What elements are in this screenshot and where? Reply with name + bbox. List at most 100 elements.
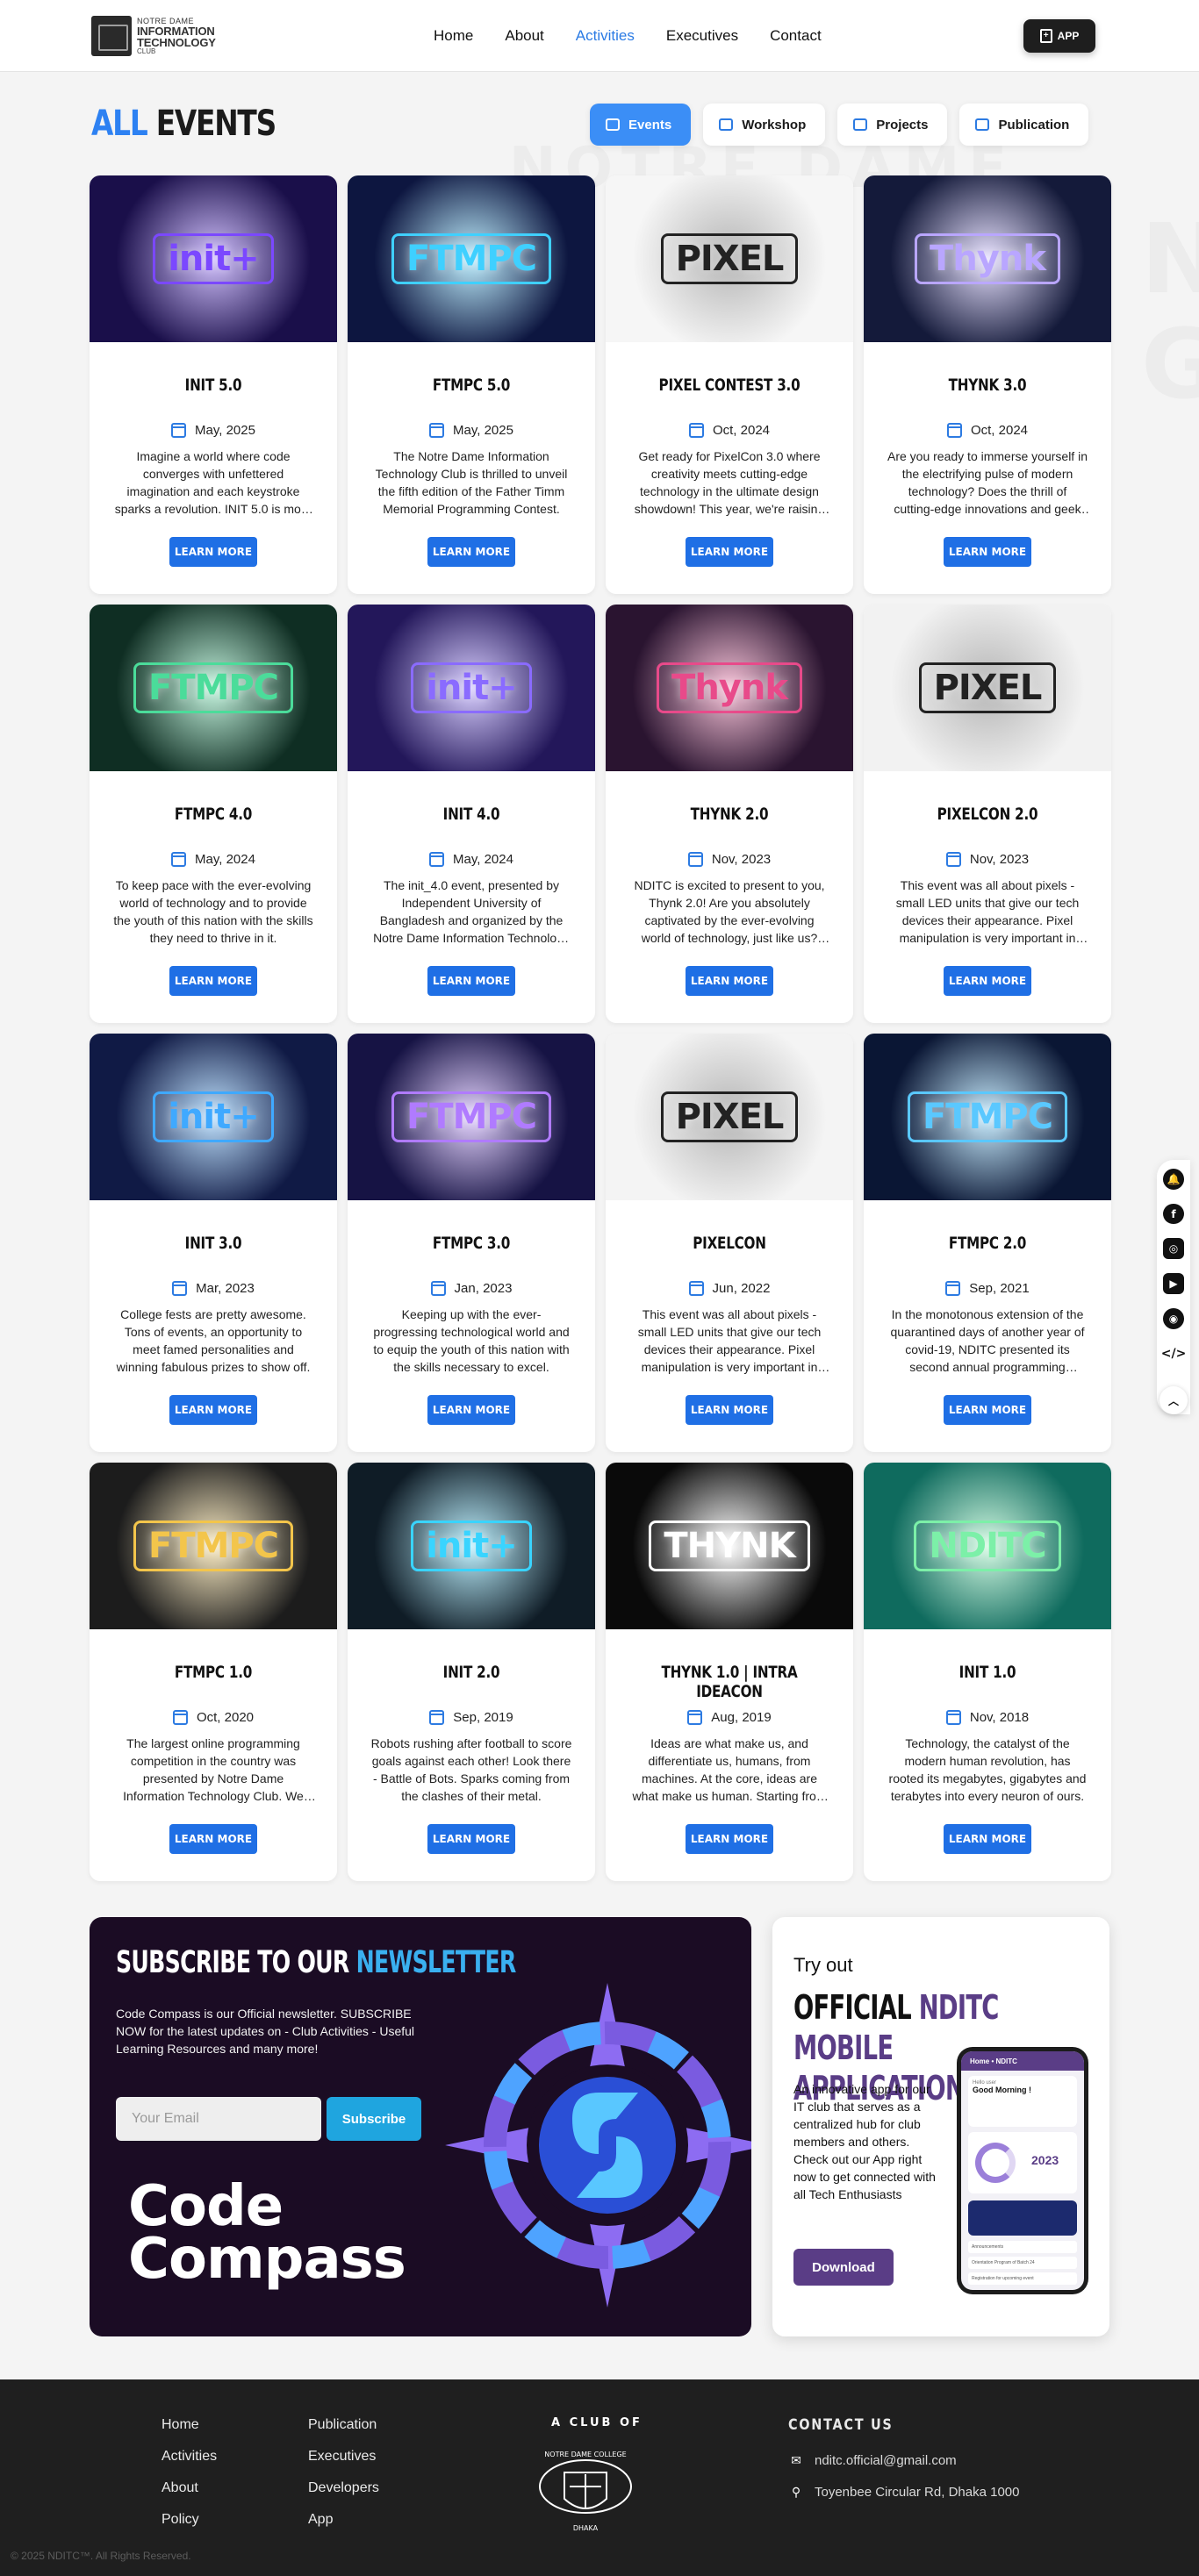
learn-more-button[interactable]: LEARN MORE [944, 1824, 1031, 1854]
event-card: PIXEL PIXEL CONTEST 3.0 Oct, 2024 Get re… [606, 175, 853, 594]
phone-list-item: Orientation Program of Batch 24 [968, 2257, 1077, 2269]
notification-icon[interactable]: 🔔 [1163, 1169, 1184, 1190]
footer-link-policy[interactable]: Policy [162, 2511, 217, 2529]
event-poster[interactable]: Thynk [606, 605, 853, 771]
app-promo-card: Try out OFFICIAL NDITC MOBILE APPLICATIO… [772, 1917, 1109, 2336]
code-icon[interactable]: </> [1161, 1343, 1187, 1364]
event-poster[interactable]: PIXEL [606, 1034, 853, 1200]
tab-workshop[interactable]: Workshop [703, 104, 826, 146]
footer-link-app[interactable]: App [308, 2511, 379, 2529]
footer-link-publication[interactable]: Publication [308, 2416, 379, 2434]
promo-title-part1: OFFICIAL [793, 1988, 912, 2027]
learn-more-button[interactable]: LEARN MORE [427, 966, 515, 996]
learn-more-button[interactable]: LEARN MORE [686, 1395, 773, 1425]
calendar-icon [946, 423, 962, 438]
nav-link-executives[interactable]: Executives [666, 27, 738, 45]
event-poster[interactable]: PIXEL [864, 605, 1111, 771]
learn-more-button[interactable]: LEARN MORE [169, 1824, 257, 1854]
learn-more-button[interactable]: LEARN MORE [427, 537, 515, 567]
event-description: The init_4.0 event, presented by Indepen… [373, 878, 570, 945]
event-date-text: Oct, 2024 [970, 423, 1029, 438]
nav-link-contact[interactable]: Contact [770, 27, 822, 45]
phone-list-item: Registration for upcoming event [968, 2272, 1077, 2285]
event-card: FTMPC FTMPC 5.0 May, 2025 The Notre Dame… [348, 175, 595, 594]
learn-more-button[interactable]: LEARN MORE [427, 1824, 515, 1854]
footer-link-home[interactable]: Home [162, 2416, 217, 2434]
event-date-text: Oct, 2024 [712, 423, 771, 438]
nav-link-about[interactable]: About [505, 27, 543, 45]
facebook-icon[interactable]: f [1163, 1203, 1184, 1225]
learn-more-button[interactable]: LEARN MORE [686, 537, 773, 567]
event-date-text: Jan, 2023 [454, 1281, 513, 1296]
learn-more-button[interactable]: LEARN MORE [944, 1395, 1031, 1425]
copyright: © 2025 NDITC™. All Rights Reserved. [11, 2550, 191, 2562]
download-button[interactable]: Download [793, 2249, 894, 2286]
event-description: The Notre Dame Information Technology Cl… [375, 449, 568, 516]
promo-description: An innovative app for our IT club that s… [793, 2082, 936, 2201]
event-poster[interactable]: FTMPC [90, 605, 337, 771]
app-button[interactable]: + APP [1023, 19, 1095, 53]
event-title: INIT 5.0 [184, 376, 242, 395]
event-date-text: May, 2024 [195, 852, 255, 867]
event-date: Oct, 2024 [606, 423, 853, 438]
youtube-icon[interactable]: ▶ [1163, 1273, 1184, 1294]
event-poster[interactable]: FTMPC [348, 1034, 595, 1200]
learn-more-button[interactable]: LEARN MORE [427, 1395, 515, 1425]
event-date: Sep, 2021 [864, 1281, 1111, 1296]
nav-link-activities[interactable]: Activities [576, 27, 635, 45]
event-card: PIXEL PIXELCON 2.0 Nov, 2023 This event … [864, 605, 1111, 1023]
event-poster[interactable]: THYNK [606, 1463, 853, 1629]
location-pin-icon: ⚲ [791, 2485, 801, 2499]
event-poster[interactable]: FTMPC [348, 175, 595, 342]
learn-more-button[interactable]: LEARN MORE [686, 1824, 773, 1854]
event-card: FTMPC FTMPC 2.0 Sep, 2021 In the monoton… [864, 1034, 1111, 1452]
learn-more-button[interactable]: LEARN MORE [169, 966, 257, 996]
event-card: FTMPC FTMPC 4.0 May, 2024 To keep pace w… [90, 605, 337, 1023]
page-title-highlight: ALL [91, 104, 148, 144]
club-logo[interactable]: NOTRE DAME INFORMATION TECHNOLOGY CLUB [91, 14, 216, 58]
event-poster[interactable]: FTMPC [864, 1034, 1111, 1200]
event-poster[interactable]: init+ [348, 1463, 595, 1629]
event-poster[interactable]: PIXEL [606, 175, 853, 342]
email-input[interactable] [116, 2097, 321, 2141]
event-poster-label: FTMPC [391, 233, 552, 284]
footer-link-about[interactable]: About [162, 2479, 217, 2497]
learn-more-button[interactable]: LEARN MORE [944, 966, 1031, 996]
calendar-icon [429, 1710, 445, 1725]
download-app-icon: + [1039, 29, 1052, 43]
footer-link-activities[interactable]: Activities [162, 2448, 217, 2465]
event-poster[interactable]: init+ [90, 175, 337, 342]
github-icon[interactable]: ◉ [1163, 1307, 1184, 1329]
event-description: Are you ready to immerse yourself in the… [887, 449, 1088, 516]
tab-publication[interactable]: Publication [959, 104, 1089, 146]
subscribe-button[interactable]: Subscribe [327, 2097, 421, 2141]
learn-more-button[interactable]: LEARN MORE [944, 537, 1031, 567]
event-description: Ideas are what make us, and differentiat… [632, 1736, 827, 1803]
phone-year: 2023 [1031, 2153, 1059, 2167]
tab-projects[interactable]: Projects [837, 104, 948, 146]
nav-link-home[interactable]: Home [434, 27, 473, 45]
learn-more-button[interactable]: LEARN MORE [169, 537, 257, 567]
event-poster[interactable]: init+ [348, 605, 595, 771]
event-poster[interactable]: NDITC [864, 1463, 1111, 1629]
event-poster[interactable]: FTMPC [90, 1463, 337, 1629]
tab-events[interactable]: Events [590, 104, 692, 146]
event-title: PIXEL CONTEST 3.0 [658, 376, 801, 395]
compass-logo-icon [445, 1983, 751, 2308]
instagram-icon[interactable]: ◎ [1163, 1238, 1184, 1260]
scroll-up-icon[interactable]: ︿ [1160, 1386, 1188, 1415]
wordmark-line-2: Compass [128, 2227, 406, 2292]
event-date: Nov, 2023 [606, 852, 853, 867]
footer: Home Activities About Policy Publication… [0, 2379, 1199, 2576]
contact-email: nditc.official@gmail.com [815, 2453, 957, 2468]
event-poster[interactable]: Thynk [864, 175, 1111, 342]
contact-title: CONTACT US [788, 2416, 894, 2434]
event-poster[interactable]: init+ [90, 1034, 337, 1200]
event-poster-label: PIXEL [660, 1091, 799, 1142]
footer-link-developers[interactable]: Developers [308, 2479, 379, 2497]
footer-link-executives[interactable]: Executives [308, 2448, 379, 2465]
contact-email-row[interactable]: ✉ nditc.official@gmail.com [788, 2453, 957, 2468]
learn-more-button[interactable]: LEARN MORE [169, 1395, 257, 1425]
learn-more-button[interactable]: LEARN MORE [686, 966, 773, 996]
event-date-text: Oct, 2020 [196, 1710, 255, 1725]
